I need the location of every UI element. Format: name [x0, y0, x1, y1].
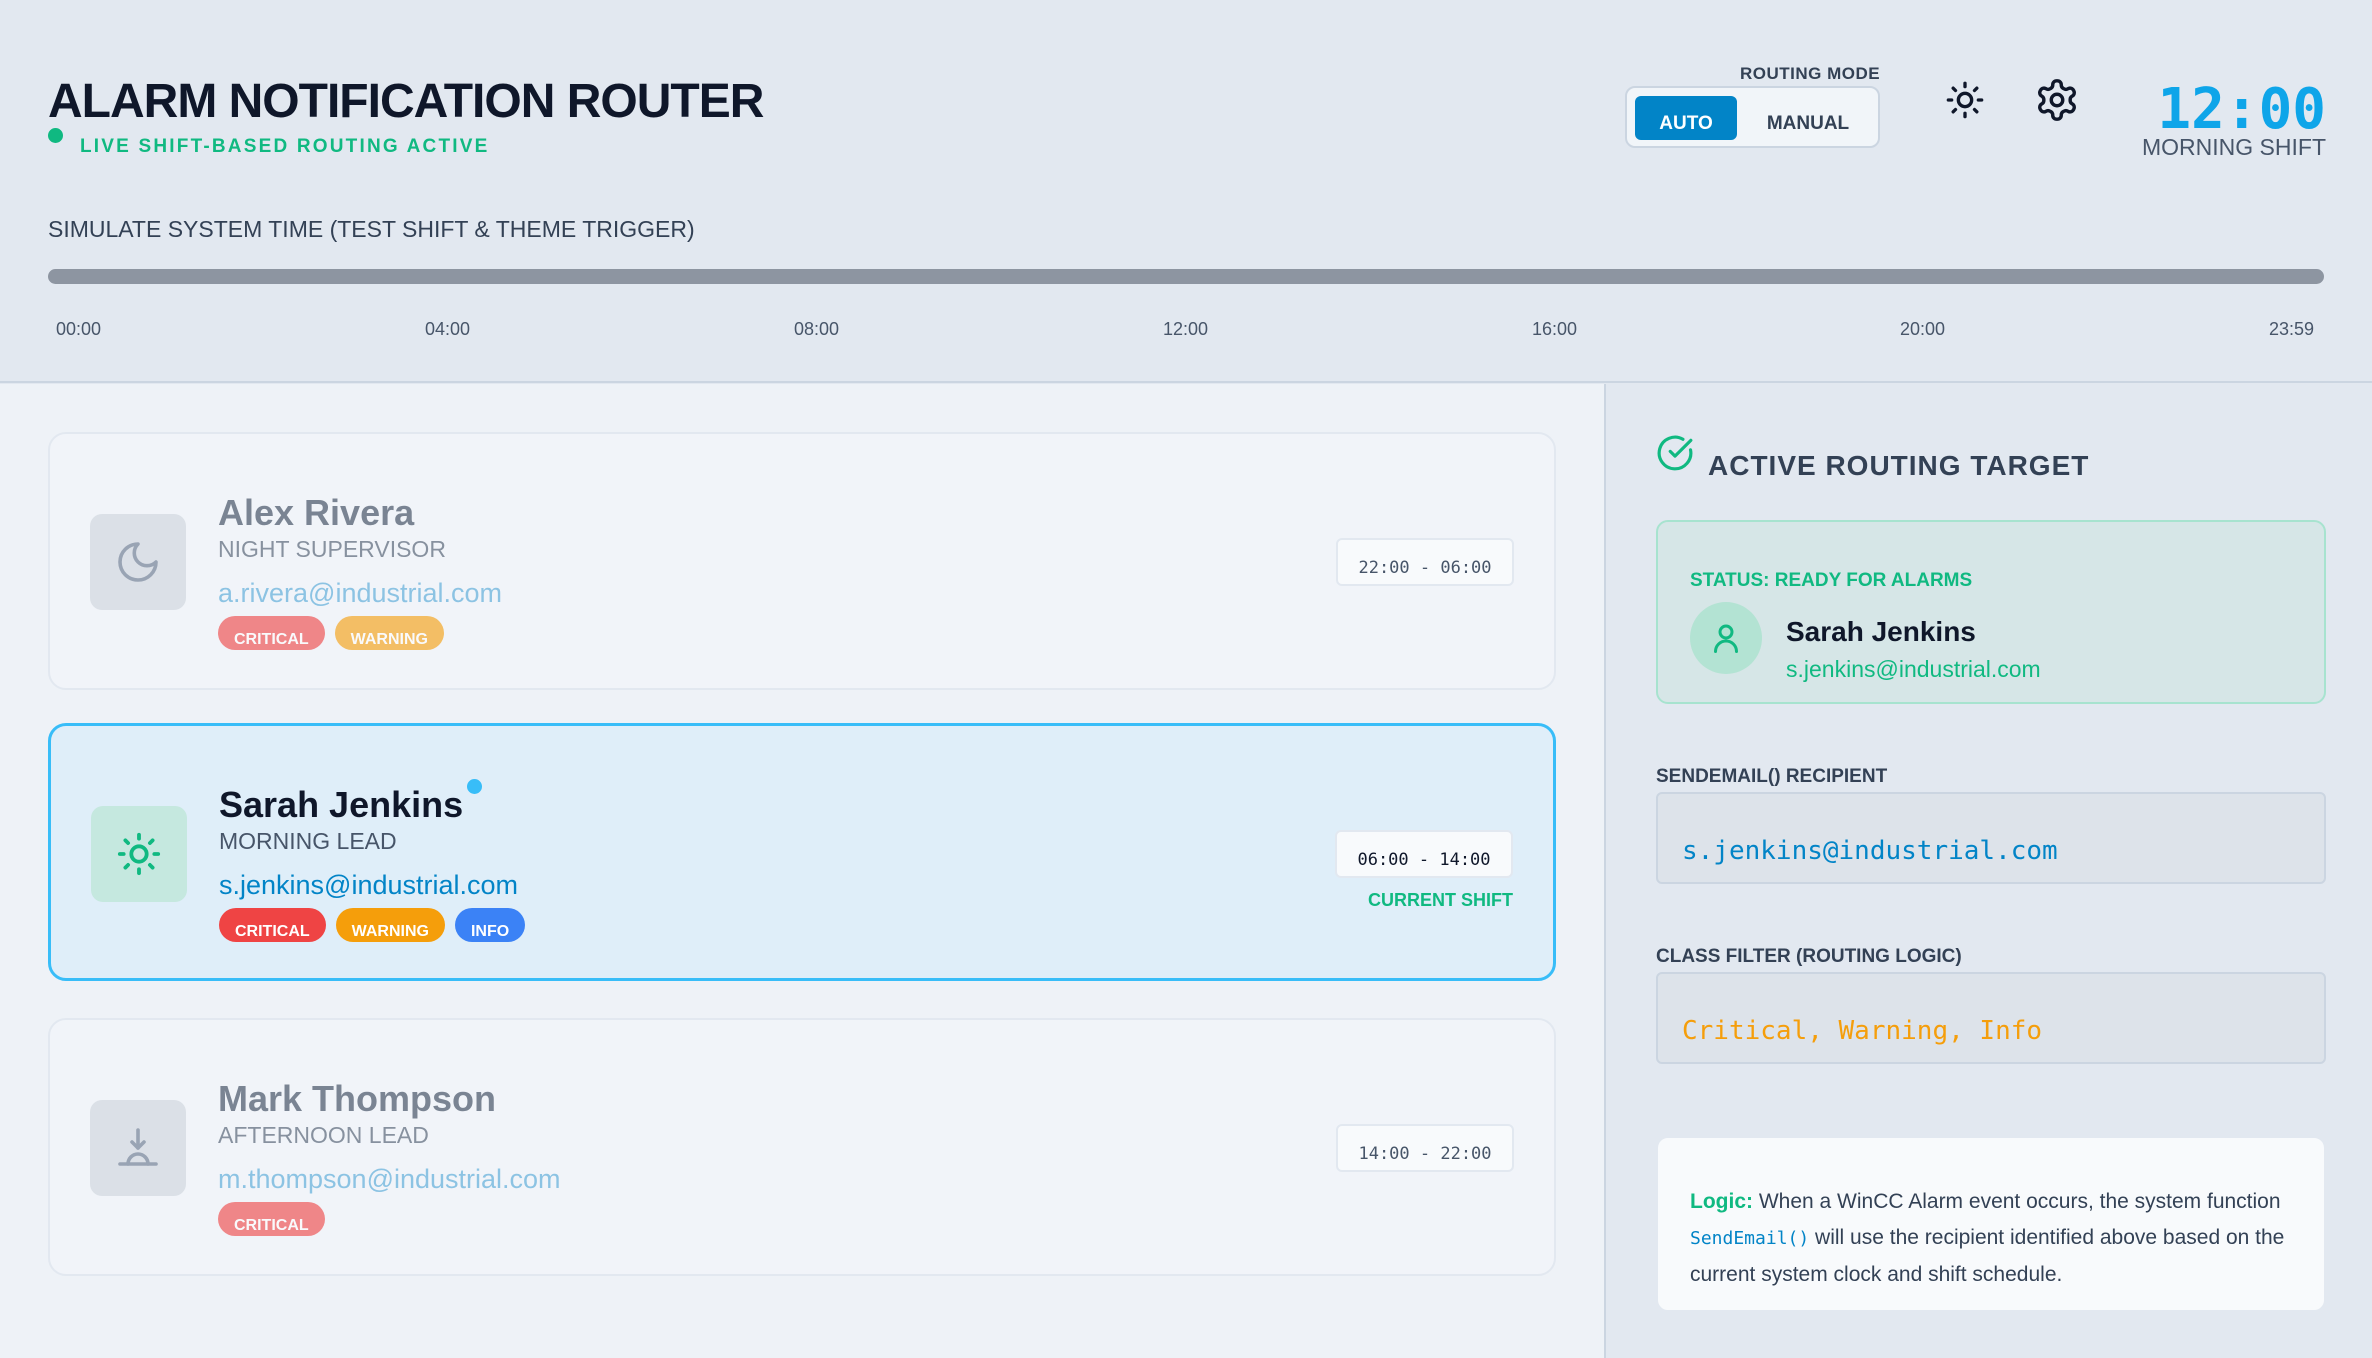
contact-card-sarah-jenkins[interactable]: Sarah Jenkins MORNING LEAD s.jenkins@ind… — [48, 723, 1556, 981]
info-class-pill: INFO — [454, 908, 526, 942]
shift-hours-badge: 14:00 - 22:00 — [1336, 1124, 1514, 1172]
current-shift-name: MORNING SHIFT — [2142, 134, 2326, 160]
live-status-text: LIVE SHIFT-BASED ROUTING ACTIVE — [80, 136, 490, 157]
contact-avatar — [90, 1100, 186, 1196]
recipient-field-label: SENDEMAIL() RECIPIENT — [1656, 766, 1888, 787]
class-filter-label: CLASS FILTER (ROUTING LOGIC) — [1656, 946, 1962, 967]
warning-class-pill: WARNING — [334, 616, 444, 650]
contact-list: Alex Rivera NIGHT SUPERVISOR a.rivera@in… — [0, 384, 1604, 1358]
recipient-field: s.jenkins@industrial.com — [1656, 792, 2326, 884]
page-title: ALARM NOTIFICATION ROUTER — [48, 75, 764, 128]
auto-mode-button[interactable]: AUTO — [1635, 96, 1737, 140]
warning-class-pill: WARNING — [335, 908, 445, 942]
theme-toggle-button[interactable] — [1935, 70, 1995, 130]
contact-name: Sarah Jenkins — [219, 784, 464, 825]
contact-card-alex-rivera[interactable]: Alex Rivera NIGHT SUPERVISOR a.rivera@in… — [48, 432, 1556, 690]
routing-target-panel: ACTIVE ROUTING TARGET STATUS: READY FOR … — [1604, 384, 2372, 1358]
current-shift-label: CURRENT SHIFT — [1368, 890, 1513, 910]
target-status: STATUS: READY FOR ALARMS — [1690, 570, 1973, 591]
alarm-class-pills: CRITICAL WARNING INFO — [219, 908, 526, 942]
sunset-icon — [118, 1128, 158, 1166]
logic-text: When a WinCC Alarm event occurs, the sys… — [1753, 1190, 2281, 1213]
slider-tick-label: 12:00 — [1163, 319, 1209, 339]
active-target-card: STATUS: READY FOR ALARMS Sarah Jenkins s… — [1656, 520, 2326, 704]
contact-role: AFTERNOON LEAD — [218, 1122, 429, 1148]
user-icon — [1714, 624, 1738, 653]
contact-email: s.jenkins@industrial.com — [219, 870, 519, 900]
contact-email: m.thompson@industrial.com — [218, 1164, 561, 1194]
logic-code: SendEmail() — [1690, 1228, 1810, 1249]
sun-icon — [1946, 81, 1984, 119]
slider-tick-label: 16:00 — [1532, 319, 1578, 339]
critical-class-pill: CRITICAL — [218, 1202, 325, 1236]
critical-class-pill: CRITICAL — [218, 616, 325, 650]
target-name: Sarah Jenkins — [1786, 616, 1976, 647]
settings-button[interactable] — [2027, 70, 2087, 130]
class-filter-field: Critical, Warning, Info — [1656, 972, 2326, 1064]
routing-mode-label: ROUTING MODE — [1740, 64, 1881, 83]
contact-avatar — [90, 514, 186, 610]
sun-icon — [117, 832, 161, 876]
slider-tick-label: 00:00 — [56, 319, 102, 339]
gear-icon — [2038, 79, 2076, 121]
panel-title: ACTIVE ROUTING TARGET — [1708, 450, 2090, 481]
alarm-class-pills: CRITICAL — [218, 1202, 325, 1236]
moon-icon — [118, 542, 158, 582]
logic-title: Logic: — [1690, 1190, 1753, 1213]
contact-role: MORNING LEAD — [219, 828, 397, 854]
contact-role: NIGHT SUPERVISOR — [218, 536, 446, 562]
active-indicator-dot — [467, 779, 482, 794]
shift-hours-badge: 22:00 - 06:00 — [1336, 538, 1514, 586]
slider-tick-label: 20:00 — [1900, 319, 1946, 339]
live-status-dot — [48, 128, 63, 143]
header: ALARM NOTIFICATION ROUTER LIVE SHIFT-BAS… — [0, 0, 2372, 383]
contact-name: Alex Rivera — [218, 492, 415, 533]
critical-class-pill: CRITICAL — [219, 908, 326, 942]
contact-avatar — [91, 806, 187, 902]
slider-tick-label: 23:59 — [2269, 319, 2315, 339]
slider-tick-label: 04:00 — [425, 319, 471, 339]
contact-name: Mark Thompson — [218, 1078, 497, 1119]
user-avatar — [1690, 602, 1762, 674]
time-simulator-label: SIMULATE SYSTEM TIME (TEST SHIFT & THEME… — [48, 216, 695, 242]
manual-mode-button[interactable]: MANUAL — [1757, 96, 1859, 140]
time-simulator-slider[interactable] — [48, 269, 2324, 284]
system-clock: 12:00 — [2157, 77, 2326, 142]
alarm-class-pills: CRITICAL WARNING — [218, 616, 444, 650]
target-email: s.jenkins@industrial.com — [1786, 656, 2041, 682]
logic-note: Logic: When a WinCC Alarm event occurs, … — [1656, 1136, 2326, 1312]
slider-tick-label: 08:00 — [794, 319, 840, 339]
check-circle-icon — [1657, 435, 1693, 471]
shift-hours-badge: 06:00 - 14:00 — [1335, 830, 1513, 878]
contact-card-mark-thompson[interactable]: Mark Thompson AFTERNOON LEAD m.thompson@… — [48, 1018, 1556, 1276]
contact-email: a.rivera@industrial.com — [218, 578, 503, 608]
routing-mode-toggle: AUTO MANUAL — [1625, 86, 1880, 148]
